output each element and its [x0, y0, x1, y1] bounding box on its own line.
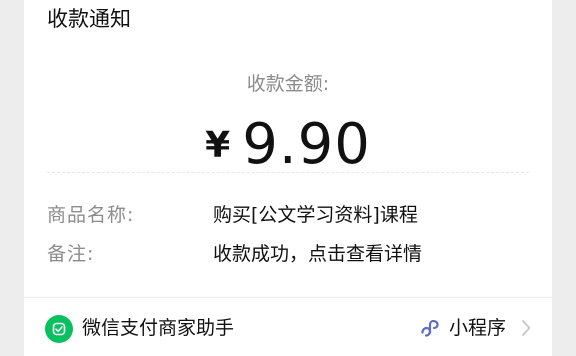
- info-row-product: 商品名称: 购买[公文学习资料]课程: [47, 200, 529, 230]
- currency-symbol: ¥: [205, 125, 231, 166]
- dashed-divider: [47, 172, 529, 173]
- info-row-note: 备注: 收款成功，点击查看详情: [47, 239, 529, 269]
- mini-program-link[interactable]: 小程序: [419, 313, 532, 343]
- card-title: 收款通知: [47, 7, 131, 31]
- merchant-name: 微信支付商家助手: [82, 317, 235, 339]
- product-name-label: 商品名称:: [47, 204, 135, 226]
- amount-display: ¥9.90: [24, 110, 552, 193]
- mini-program-label: 小程序: [448, 317, 506, 339]
- mini-program-icon: [421, 319, 439, 337]
- wechat-pay-merchant-icon: [45, 315, 73, 343]
- card-footer[interactable]: 微信支付商家助手 小程序: [24, 298, 552, 356]
- chevron-right-icon: [522, 320, 531, 336]
- product-name-value: 购买[公文学习资料]课程: [213, 204, 418, 226]
- payment-notification-card[interactable]: 收款通知 收款金额: ¥9.90 商品名称: 购买[公文学习资料]课程 备注: …: [24, 0, 552, 356]
- amount-label: 收款金额:: [246, 73, 330, 95]
- note-value: 收款成功，点击查看详情: [213, 243, 423, 265]
- note-label: 备注:: [47, 243, 95, 265]
- amount-value: 9.90: [242, 112, 371, 177]
